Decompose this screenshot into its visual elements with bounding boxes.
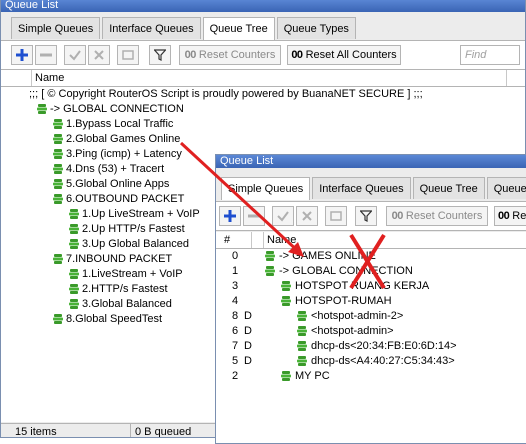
annotation-overlay [179, 141, 386, 290]
red-arrow [179, 141, 304, 257]
red-cross-mark [349, 233, 386, 290]
